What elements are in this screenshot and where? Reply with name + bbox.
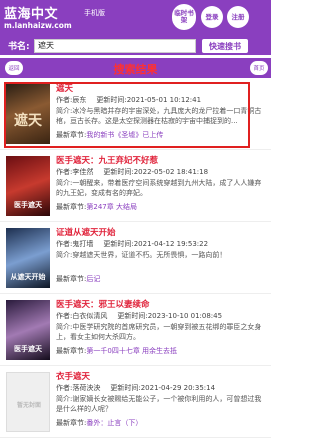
- result-item[interactable]: 医手遮天 医手遮天：九王弃妃不好惹 作者:李佳然 更新时间:2022-05-02 …: [0, 150, 271, 222]
- book-meta: 作者:鬼打墙 更新时间:2021-04-12 19:53:22: [56, 240, 209, 248]
- site-url: m.lanhaizw.com: [4, 21, 72, 30]
- book-intro: 简介:一朝醒来，带着医疗空间系统穿越到九州大陆，成了人人嫌弃的九王妃，变成有名的…: [56, 179, 262, 197]
- latest-chapter-link[interactable]: 第一千0四十七章 用余生去抵: [86, 347, 177, 355]
- latest-chapter: 最新章节:番外：止言（下）: [56, 419, 143, 427]
- book-cover[interactable]: 医手遮天: [6, 300, 50, 360]
- latest-chapter: 最新章节:后记: [56, 275, 101, 283]
- home-button[interactable]: 首页: [250, 61, 268, 75]
- results-title: 搜索结果: [113, 63, 158, 76]
- book-intro: 简介:谢家嫡长女被赐给无能公子，一个被你利用的人，可曾想过我是什么样的人呢？: [56, 395, 262, 413]
- results-title-bar: 返回 搜索结果 首页: [0, 58, 271, 78]
- search-input[interactable]: 遮天: [34, 39, 196, 53]
- book-intro: 简介:穿越遮天世界，证道不朽。无所畏惧，一路向前！: [56, 251, 227, 259]
- book-title[interactable]: 医手遮天：邪王以妻续命: [56, 298, 150, 310]
- latest-chapter: 最新章节:第247章 大结局: [56, 203, 137, 211]
- book-title[interactable]: 医手遮天：九王弃妃不好惹: [56, 154, 158, 166]
- book-intro: 简介:中医学研究院的首席研究员，一朝穿到被五花绑的罪臣之女身上，看女主如何大杀四…: [56, 323, 262, 341]
- result-item[interactable]: 暂无封面 衣手遮天 作者:落荷泱泱 更新时间:2021-04-29 20:35:1…: [0, 366, 271, 438]
- site-logo-text[interactable]: 蓝海中文: [4, 3, 58, 22]
- site-subtitle: 手机版: [84, 9, 105, 17]
- bookshelf-button[interactable]: 临时书架: [172, 4, 196, 30]
- quick-search-button[interactable]: 快速搜书: [202, 39, 248, 53]
- book-meta: 作者:落荷泱泱 更新时间:2021-04-29 20:35:14: [56, 384, 216, 392]
- book-title[interactable]: 证道从遮天开始: [56, 226, 116, 238]
- book-meta: 作者:白衣似清风 更新时间:2023-10-10 01:08:45: [56, 312, 223, 320]
- login-button[interactable]: 登录: [201, 6, 223, 28]
- latest-chapter-link[interactable]: 第247章 大结局: [86, 203, 137, 211]
- book-cover[interactable]: 暂无封面: [6, 372, 50, 432]
- latest-chapter-link[interactable]: 番外：止言（下）: [86, 419, 142, 427]
- result-item[interactable]: 医手遮天 医手遮天：邪王以妻续命 作者:白衣似清风 更新时间:2023-10-10…: [0, 294, 271, 366]
- book-cover[interactable]: 从遮天开始: [6, 228, 50, 288]
- latest-chapter-link[interactable]: 后记: [86, 275, 100, 283]
- app-header: 蓝海中文 手机版 m.lanhaizw.com 临时书架 登录 注册: [0, 0, 271, 37]
- search-label: 书名:: [8, 42, 30, 52]
- register-button[interactable]: 注册: [227, 6, 249, 28]
- book-cover[interactable]: 医手遮天: [6, 156, 50, 216]
- latest-chapter: 最新章节:第一千0四十七章 用余生去抵: [56, 347, 178, 355]
- highlight-frame: [4, 82, 250, 148]
- book-title[interactable]: 衣手遮天: [56, 370, 90, 382]
- result-item[interactable]: 从遮天开始 证道从遮天开始 作者:鬼打墙 更新时间:2021-04-12 19:5…: [0, 222, 271, 294]
- book-meta: 作者:李佳然 更新时间:2022-05-02 18:41:18: [56, 168, 209, 176]
- search-bar: 书名: 遮天 快速搜书: [0, 37, 271, 55]
